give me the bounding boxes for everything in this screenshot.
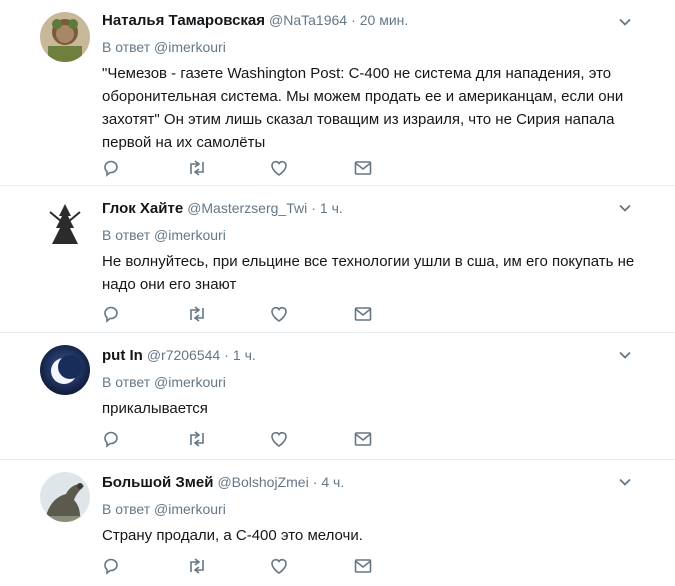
like-icon xyxy=(270,159,288,177)
avatar[interactable] xyxy=(40,198,90,248)
tweet-text: Не волнуйтесь, при ельцине все технологи… xyxy=(102,253,635,293)
reply-mention[interactable]: @imerkouri xyxy=(154,227,226,243)
caret-down-icon[interactable] xyxy=(615,472,635,492)
like-button[interactable] xyxy=(270,304,354,324)
tweet[interactable]: Большой Змей @BolshojZmei · 4 ч. В ответ… xyxy=(0,460,675,586)
retweet-button[interactable] xyxy=(186,158,270,178)
tweet[interactable]: put In @r7206544 · 1 ч. В ответ @imerkou… xyxy=(0,333,675,460)
reply-context: В ответ @imerkouri xyxy=(102,372,635,392)
reply-label: В ответ xyxy=(102,374,151,390)
tweet-actions xyxy=(102,158,438,178)
caret-down-icon[interactable] xyxy=(615,345,635,365)
reply-button[interactable] xyxy=(102,429,186,449)
like-button[interactable] xyxy=(270,429,354,449)
retweet-button[interactable] xyxy=(186,556,270,576)
reply-button[interactable] xyxy=(102,304,186,324)
avatar[interactable] xyxy=(40,12,90,62)
avatar[interactable] xyxy=(40,345,90,395)
reply-context: В ответ @imerkouri xyxy=(102,37,635,57)
user-name[interactable]: Наталья Тамаровская xyxy=(102,11,265,31)
timestamp[interactable]: 4 ч. xyxy=(321,472,344,492)
timestamp[interactable]: 1 ч. xyxy=(233,345,256,365)
message-icon xyxy=(354,160,372,176)
reply-label: В ответ xyxy=(102,227,151,243)
like-icon xyxy=(270,430,288,448)
user-name[interactable]: Большой Змей xyxy=(102,473,213,493)
tweet-text: прикалывается xyxy=(102,400,208,417)
reply-icon xyxy=(102,159,120,177)
user-handle[interactable]: @BolshojZmei xyxy=(217,472,308,492)
retweet-icon xyxy=(186,305,208,323)
separator-dot: · xyxy=(351,12,356,28)
reply-label: В ответ xyxy=(102,501,151,517)
message-icon xyxy=(354,306,372,322)
retweet-button[interactable] xyxy=(186,304,270,324)
reply-context: В ответ @imerkouri xyxy=(102,499,635,519)
user-handle[interactable]: @Masterzserg_Twi xyxy=(187,198,307,218)
message-button[interactable] xyxy=(354,304,438,324)
message-button[interactable] xyxy=(354,429,438,449)
reply-mention[interactable]: @imerkouri xyxy=(154,39,226,55)
reply-button[interactable] xyxy=(102,158,186,178)
reply-icon xyxy=(102,430,120,448)
reply-mention[interactable]: @imerkouri xyxy=(154,501,226,517)
separator-dot: · xyxy=(311,200,316,216)
user-handle[interactable]: @r7206544 xyxy=(147,345,220,365)
tweet[interactable]: Глок Хайте @Masterzserg_Twi · 1 ч. В отв… xyxy=(0,186,675,333)
tweet-text: Страну продали, а С-400 это мелочи. xyxy=(102,527,363,544)
tweet-actions xyxy=(102,429,438,449)
like-button[interactable] xyxy=(270,556,354,576)
message-button[interactable] xyxy=(354,158,438,178)
like-button[interactable] xyxy=(270,158,354,178)
message-icon xyxy=(354,558,372,574)
tweet-actions xyxy=(102,304,438,324)
separator-dot: · xyxy=(312,474,318,490)
retweet-icon xyxy=(186,557,208,575)
reply-label: В ответ xyxy=(102,39,151,55)
tweet-header: Наталья Тамаровская @NaTa1964 · 20 мин. xyxy=(102,10,635,31)
retweet-icon xyxy=(186,430,208,448)
message-button[interactable] xyxy=(354,556,438,576)
avatar[interactable] xyxy=(40,472,90,522)
separator-dot: · xyxy=(224,347,229,363)
tweet-header: put In @r7206544 · 1 ч. xyxy=(102,345,635,366)
user-name[interactable]: put In xyxy=(102,346,143,366)
tweet[interactable]: Наталья Тамаровская @NaTa1964 · 20 мин. … xyxy=(0,0,675,186)
reply-mention[interactable]: @imerkouri xyxy=(154,374,226,390)
caret-down-icon[interactable] xyxy=(615,198,635,218)
timestamp[interactable]: 20 мин. xyxy=(360,10,409,30)
reply-icon xyxy=(102,557,120,575)
tweet-header: Большой Змей @BolshojZmei · 4 ч. xyxy=(102,472,635,493)
reply-button[interactable] xyxy=(102,556,186,576)
like-icon xyxy=(270,557,288,575)
user-name[interactable]: Глок Хайте xyxy=(102,199,183,219)
tweet-text: "Чемезов - газете Washington Post: С-400… xyxy=(102,65,624,151)
retweet-icon xyxy=(186,159,208,177)
retweet-button[interactable] xyxy=(186,429,270,449)
tweet-header: Глок Хайте @Masterzserg_Twi · 1 ч. xyxy=(102,198,635,219)
tweet-actions xyxy=(102,556,438,576)
timestamp[interactable]: 1 ч. xyxy=(320,198,343,218)
caret-down-icon[interactable] xyxy=(615,12,635,32)
reply-context: В ответ @imerkouri xyxy=(102,225,635,245)
user-handle[interactable]: @NaTa1964 xyxy=(269,10,347,30)
message-icon xyxy=(354,431,372,447)
tweet-feed: Наталья Тамаровская @NaTa1964 · 20 мин. … xyxy=(0,0,675,586)
like-icon xyxy=(270,305,288,323)
reply-icon xyxy=(102,305,120,323)
